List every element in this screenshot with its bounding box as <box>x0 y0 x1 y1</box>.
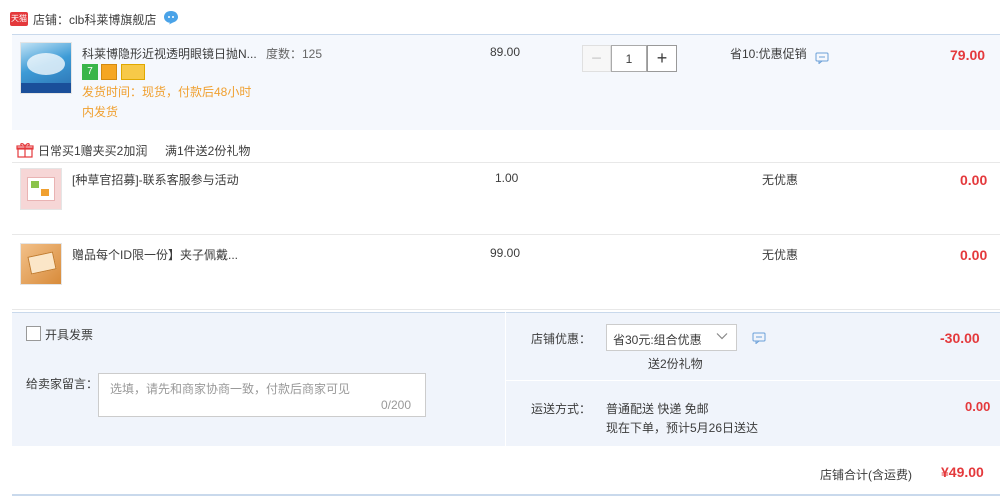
shop-discount-amount: -30.00 <box>940 330 980 346</box>
shop-discount-selected[interactable]: 省30元:组合优惠 <box>613 331 702 348</box>
gift-item-1-price: 1.00 <box>495 171 519 185</box>
shipping-fee: 0.00 <box>965 399 991 414</box>
promo-comment-icon[interactable] <box>815 52 829 64</box>
bottom-border <box>12 494 1000 496</box>
gift-item-2-subtotal: 0.00 <box>960 247 988 263</box>
discount-gift-note: 送2份礼物 <box>648 357 703 371</box>
guarantee-icon <box>101 64 117 80</box>
gift-item-1-thumbnail[interactable] <box>20 168 62 210</box>
wangwang-chat-icon[interactable] <box>163 10 179 25</box>
main-item-price: 89.00 <box>490 45 521 59</box>
invoice-checkbox[interactable] <box>26 326 41 341</box>
seller-message-placeholder: 选填，请先和商家协商一致，付款后商家可见 <box>110 382 351 396</box>
gift-item-1-subtotal: 0.00 <box>960 172 988 188</box>
message-label: 给卖家留言： <box>26 377 99 391</box>
divider <box>12 309 1000 310</box>
shipping-method: 普通配送 快递 免邮 <box>606 402 709 416</box>
invoice-label[interactable]: 开具发票 <box>45 326 93 343</box>
shop-discount-label: 店铺优惠： <box>531 332 592 346</box>
shop-name-link[interactable]: 店铺：clb科莱博旗舰店 <box>33 11 156 28</box>
gift-condition-text: 满1件送2份礼物 <box>165 144 251 158</box>
ship-time-note: 发货时间：现货，付款后48小时内发货 <box>82 85 252 119</box>
gift-item-2-thumbnail[interactable] <box>20 243 62 285</box>
pane-divider <box>505 312 506 446</box>
quantity-decrement-button[interactable]: − <box>582 45 611 72</box>
seven-day-return-icon: 7 <box>82 64 98 80</box>
quantity-input[interactable] <box>611 45 647 72</box>
discount-comment-icon[interactable] <box>752 332 766 344</box>
chevron-down-icon[interactable] <box>716 330 728 342</box>
shipping-eta: 现在下单，预计5月26日送达 <box>606 421 759 435</box>
gift-promo-text: 日常买1赠夹买2加润 <box>38 144 148 158</box>
main-item-spec: 度数：125 <box>266 47 323 61</box>
shop-total-label: 店铺合计(含运费) <box>820 468 912 482</box>
message-char-count: 0/200 <box>381 398 412 412</box>
main-item-title[interactable]: 科莱博隐形近视透明眼镜日抛N... <box>82 45 257 62</box>
divider <box>12 234 1000 235</box>
tmall-badge: 天猫 <box>10 12 28 26</box>
main-item-subtotal: 79.00 <box>950 47 986 63</box>
main-item-thumbnail[interactable] <box>20 42 72 94</box>
divider <box>12 162 1000 163</box>
gift-item-2-price: 99.00 <box>490 246 521 260</box>
main-item-promo: 省10:优惠促销 <box>730 47 807 61</box>
gift-item-2-title[interactable]: 赠品每个ID限一份】夹子佩戴... <box>72 246 238 263</box>
pane-divider <box>506 380 1000 381</box>
gift-item-1-title[interactable]: [种草官招募]-联系客服参与活动 <box>72 171 239 188</box>
quantity-increment-button[interactable]: + <box>647 45 677 72</box>
gift-item-1-promo: 无优惠 <box>762 173 799 187</box>
credit-card-icon <box>121 64 145 80</box>
shop-total-amount: ¥49.00 <box>941 464 984 480</box>
gift-item-2-promo: 无优惠 <box>762 248 799 262</box>
shipping-label: 运送方式： <box>531 402 592 416</box>
gift-icon <box>16 143 34 158</box>
